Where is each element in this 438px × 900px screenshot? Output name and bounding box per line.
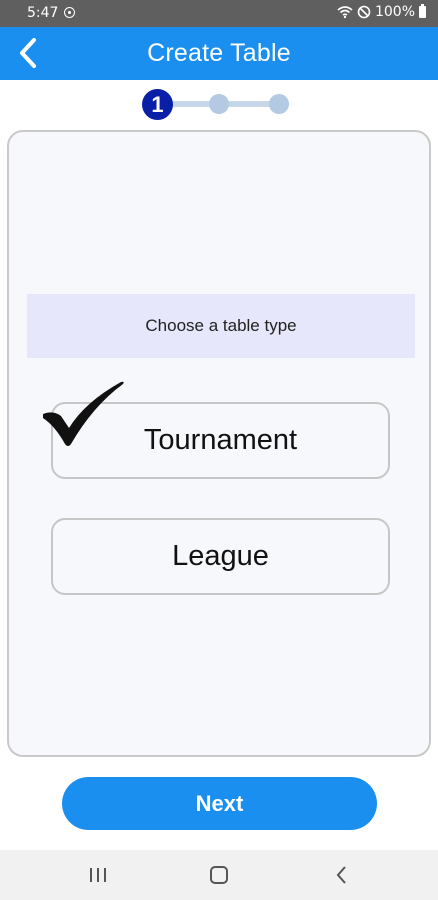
battery-percent: 100%: [374, 4, 415, 20]
next-label: Next: [195, 790, 244, 816]
checkmark-icon: [43, 381, 124, 446]
table-type-card: Choose a table type Tournament League: [7, 130, 431, 757]
home-icon: [210, 866, 228, 884]
prompt-text: Choose a table type: [145, 316, 297, 335]
step-1-active: 1: [142, 89, 173, 120]
prompt-banner: Choose a table type: [27, 294, 415, 358]
page-title: Create Table: [147, 39, 291, 67]
step-2-dot: [209, 94, 229, 114]
next-button[interactable]: Next: [62, 777, 377, 830]
app-bar: Create Table: [0, 27, 438, 80]
league-label: League: [172, 540, 269, 572]
nav-back-button[interactable]: [330, 864, 354, 886]
status-time: 5:47: [27, 5, 59, 21]
step-3-dot: [269, 94, 289, 114]
system-nav-bar: [0, 850, 438, 900]
wifi-icon: [337, 6, 353, 19]
step-indicator: 1: [140, 88, 300, 122]
battery-icon: [419, 4, 426, 18]
record-icon: [64, 7, 75, 18]
back-icon: [336, 866, 346, 884]
status-indicators: 100%: [337, 4, 426, 20]
recent-apps-button[interactable]: [86, 864, 110, 886]
status-bar: 5:47 100%: [0, 0, 438, 27]
home-button[interactable]: [207, 864, 231, 886]
league-option[interactable]: League: [51, 518, 390, 595]
tournament-label: Tournament: [143, 424, 298, 456]
do-not-disturb-icon: [357, 5, 371, 19]
recent-apps-icon: [90, 868, 106, 882]
